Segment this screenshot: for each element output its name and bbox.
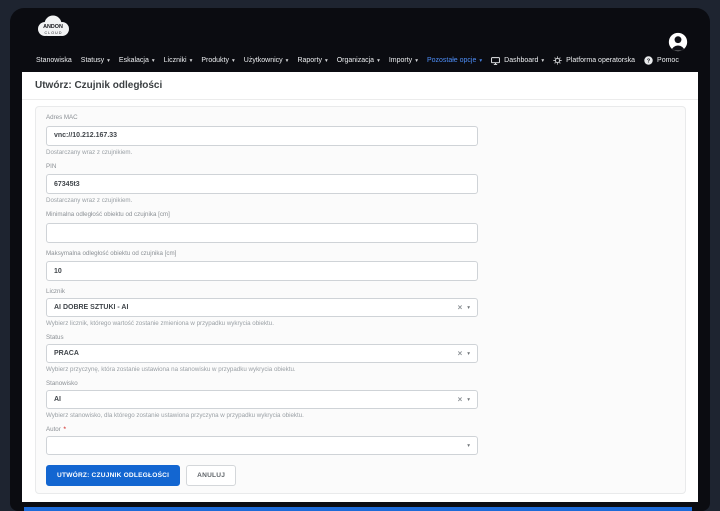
field-label: Autor * (46, 426, 66, 433)
field-label: Minimalna odległość obiektu od czujnika … (46, 211, 170, 218)
chevron-down-icon: ▾ (285, 57, 289, 64)
min-distance-input[interactable] (46, 222, 478, 243)
max-distance-input[interactable] (46, 261, 478, 281)
nav-item-importy[interactable]: Importy ▾ (389, 57, 418, 64)
field-max-distance: Maksymalna odległość obiektu od czujnika… (46, 249, 675, 281)
field-label: Stanowisko (46, 380, 78, 387)
submit-button[interactable]: UTWÓRZ: CZUJNIK ODLEGŁOŚCI (46, 465, 181, 486)
nav-item-statusy[interactable]: Statusy ▾ (81, 57, 110, 64)
main-menu: Stanowiska Statusy ▾ Eskalacja ▾ Licznik… (36, 56, 700, 65)
svg-text:?: ? (647, 59, 651, 65)
status-select[interactable]: PRACA × ▾ (46, 344, 478, 363)
chevron-down-icon: ▾ (151, 57, 155, 64)
field-status: Status PRACA × ▾ Wybierz przyczynę, któr… (46, 334, 675, 373)
nav-item-organizacja[interactable]: Organizacja ▾ (337, 57, 380, 64)
field-adres-mac: Adres MAC Dostarczany wraz z czujnikiem. (46, 114, 675, 156)
cancel-button[interactable]: ANULUJ (186, 465, 237, 486)
andon-cloud-logo[interactable]: ANDON CLOUD (34, 14, 72, 41)
selected-value: AI DOBRE SZTUKI - AI (54, 304, 129, 311)
chevron-down-icon: ▾ (479, 57, 483, 64)
nav-item-eskalacja[interactable]: Eskalacja ▾ (119, 57, 155, 64)
field-stanowisko: Stanowisko AI × ▾ Wybierz stanowisko, dl… (46, 380, 675, 419)
chevron-down-icon: ▾ (467, 396, 470, 403)
field-pin: PIN Dostarczany wraz z czujnikiem. (46, 162, 675, 204)
nav-item-stanowiska[interactable]: Stanowiska (36, 57, 72, 64)
chevron-down-icon: ▾ (467, 442, 470, 449)
field-min-distance: Minimalna odległość obiektu od czujnika … (46, 211, 675, 243)
field-help: Dostarczany wraz z czujnikiem. (46, 148, 133, 156)
user-avatar[interactable] (668, 32, 688, 52)
field-label: Status (46, 334, 64, 341)
field-label: PIN (46, 162, 57, 170)
field-label: Adres MAC (46, 114, 78, 121)
clear-icon[interactable]: × (458, 395, 463, 404)
page-title: Utwórz: Czujnik odległości (35, 80, 163, 91)
chevron-down-icon: ▾ (189, 57, 193, 64)
autor-select[interactable]: ▾ (46, 436, 478, 455)
chevron-down-icon: ▾ (377, 57, 380, 64)
nav-item-produkty[interactable]: Produkty ▾ (201, 57, 234, 64)
clear-icon[interactable]: × (458, 303, 463, 312)
browser-window: ANDON CLOUD Stanowiska Statusy ▾ Eskalac… (10, 8, 710, 511)
clear-icon[interactable]: × (458, 349, 463, 358)
nav-item-raporty[interactable]: Raporty ▾ (297, 57, 327, 64)
selected-value: PRACA (54, 350, 79, 357)
bottom-strip (24, 507, 692, 511)
monitor-icon (491, 56, 501, 65)
svg-text:ANDON: ANDON (43, 24, 63, 30)
nav-item-pozostale-opcje[interactable]: Pozostałe opcje ▾ (427, 57, 482, 64)
adres-mac-input[interactable] (46, 125, 478, 146)
field-label: Licznik (46, 288, 65, 295)
svg-text:CLOUD: CLOUD (44, 31, 62, 35)
chevron-down-icon: ▾ (232, 57, 235, 64)
nav-item-platforma-operatorska[interactable]: Platforma operatorska (553, 56, 635, 65)
stanowisko-select[interactable]: AI × ▾ (46, 390, 478, 409)
chevron-down-icon: ▾ (415, 57, 418, 64)
page-header: Utwórz: Czujnik odległości (22, 72, 698, 100)
chevron-down-icon: ▾ (467, 304, 470, 311)
chevron-down-icon: ▾ (541, 57, 545, 64)
field-help: Wybierz licznik, którego wartość zostani… (46, 320, 274, 327)
field-help: Wybierz przyczynę, która zostanie ustawi… (46, 366, 296, 373)
field-licznik: Licznik AI DOBRE SZTUKI - AI × ▾ Wybierz… (46, 288, 675, 327)
page-content: Utwórz: Czujnik odległości Adres MAC Dos… (22, 72, 698, 502)
licznik-select[interactable]: AI DOBRE SZTUKI - AI × ▾ (46, 298, 478, 317)
field-help: Dostarczany wraz z czujnikiem. (46, 197, 133, 204)
navbar: ANDON CLOUD Stanowiska Statusy ▾ Eskalac… (10, 8, 710, 72)
nav-item-pomoc[interactable]: ? Pomoc (644, 56, 679, 65)
field-autor: Autor * ▾ (46, 426, 675, 455)
chevron-down-icon: ▾ (467, 350, 470, 357)
form-actions: UTWÓRZ: CZUJNIK ODLEGŁOŚCI ANULUJ (46, 465, 675, 486)
field-label: Maksymalna odległość obiektu od czujnika… (46, 249, 177, 257)
cogs-icon (553, 56, 562, 65)
chevron-down-icon: ▾ (324, 57, 328, 64)
form-card: Adres MAC Dostarczany wraz z czujnikiem.… (35, 106, 686, 494)
field-help: Wybierz stanowisko, dla którego zostanie… (46, 412, 304, 419)
question-icon: ? (644, 56, 653, 65)
cloud-icon: ANDON CLOUD (38, 15, 69, 36)
required-marker: * (63, 426, 66, 433)
nav-item-uzytkownicy[interactable]: Użytkownicy ▾ (244, 57, 289, 64)
nav-item-dashboard[interactable]: Dashboard ▾ (491, 56, 545, 65)
selected-value: AI (54, 396, 61, 403)
chevron-down-icon: ▾ (107, 57, 110, 64)
nav-item-liczniki[interactable]: Liczniki ▾ (164, 57, 193, 64)
pin-input[interactable] (46, 174, 478, 194)
